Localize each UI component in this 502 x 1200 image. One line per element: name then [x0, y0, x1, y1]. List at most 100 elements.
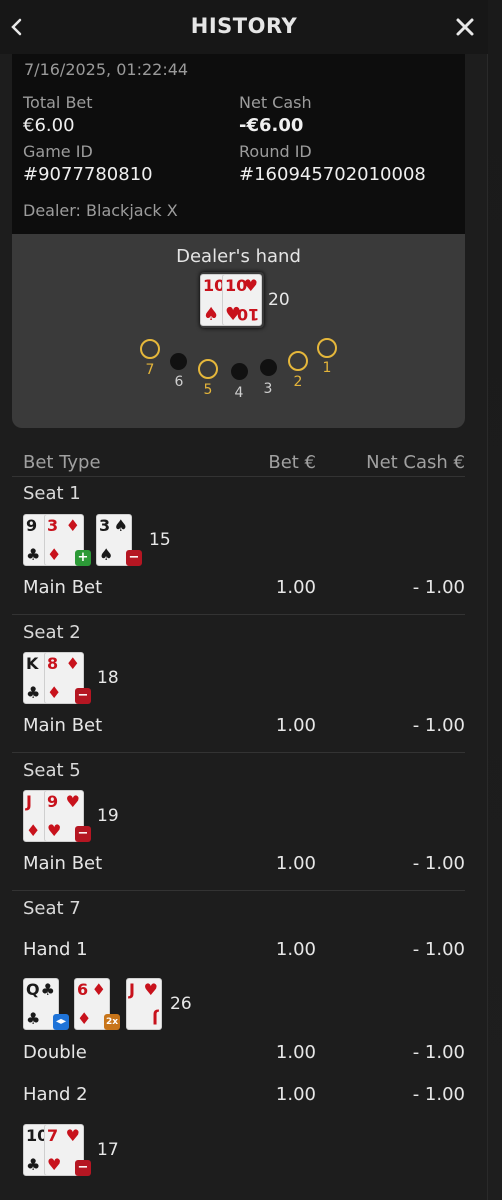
col-bet: Bet € [268, 452, 316, 473]
card-suit-bottom: ♣ [26, 1009, 41, 1028]
card-suit: ♣ [26, 1155, 41, 1174]
card-suit: ♥ [65, 1126, 80, 1145]
card-rank: 3 [47, 516, 59, 535]
card-suit-bottom: ♦ [47, 683, 62, 702]
round-summary: 7/16/2025, 01:22:44 Total Bet €6.00 Net … [12, 54, 465, 234]
hand-1-total: 26 [170, 994, 192, 1014]
double-bet: 1.00 [275, 1042, 316, 1063]
card-rank: Q [26, 980, 40, 999]
seat-5-bet: 1.00 [275, 853, 316, 874]
card-rank: K [26, 654, 39, 673]
split-badge: ◂▸ [53, 1014, 69, 1030]
card-rank-bottom: J [152, 1009, 158, 1028]
seat-1-title: Seat 1 [23, 483, 81, 504]
history-panel: HISTORY 7/16/2025, 01:22:44 Total Bet €6… [0, 0, 488, 1200]
dealer-cards: 10 ♠ 10 ♥ ♥ 10 [200, 272, 264, 328]
seat-2-title: Seat 2 [23, 622, 81, 643]
hand-2-total: 17 [97, 1140, 119, 1160]
card-rank: 9 [47, 792, 59, 811]
seat-5-number: 5 [203, 382, 213, 398]
card-suit-bottom: ♦ [77, 1009, 92, 1028]
close-button[interactable] [452, 14, 478, 40]
hand-1-label: Hand 1 [23, 939, 88, 960]
row-divider [12, 752, 465, 753]
seat-4-marker [231, 363, 248, 380]
hand-2-net: - 1.00 [412, 1084, 465, 1105]
game-id-value: #9077780810 [23, 164, 153, 185]
seat-7-title: Seat 7 [23, 898, 81, 919]
seat-5-net: - 1.00 [412, 853, 465, 874]
card-rank-bottom: 10 [236, 305, 259, 324]
dealer-card-2: 10 ♥ ♥ 10 [222, 274, 262, 326]
hand-1-net: - 1.00 [412, 939, 465, 960]
card-rank: 6 [77, 980, 89, 999]
card-suit-bottom: ♠ [99, 545, 114, 564]
card-rank: 9 [26, 516, 38, 535]
seat-4-number: 4 [234, 385, 244, 401]
card-suit: ♠ [113, 516, 128, 535]
double-net: - 1.00 [412, 1042, 465, 1063]
seat-7-number: 7 [145, 362, 155, 378]
card-suit: ♦ [91, 980, 106, 999]
header: HISTORY [0, 0, 488, 54]
seat-2-total: 18 [97, 668, 119, 688]
stand-badge: − [75, 688, 91, 704]
hand-1-bet: 1.00 [275, 939, 316, 960]
col-bet-type: Bet Type [23, 452, 101, 473]
seat-1-marker [317, 338, 337, 358]
col-net-cash: Net Cash € [366, 452, 465, 473]
card-rank: 7 [47, 1126, 59, 1145]
stand-badge: − [75, 826, 91, 842]
seat-1-bet: 1.00 [275, 577, 316, 598]
net-cash-value: -€6.00 [239, 115, 304, 136]
hit-badge: + [75, 550, 91, 566]
seat-2-bet: 1.00 [275, 715, 316, 736]
seat-2-bet-type: Main Bet [23, 715, 103, 736]
card-suit: ♦ [26, 821, 41, 840]
seat-3-marker [260, 359, 277, 376]
seat-6-number: 6 [174, 374, 184, 390]
dealer-name: Dealer: Blackjack X [23, 201, 178, 220]
round-datetime: 7/16/2025, 01:22:44 [24, 60, 189, 79]
seat-3-number: 3 [263, 381, 273, 397]
card-suit: ♥ [143, 980, 158, 999]
card-rank: J [26, 792, 32, 811]
seat-2-net: - 1.00 [412, 715, 465, 736]
seat-5-total: 19 [97, 806, 119, 826]
card-suit-bottom: ♥ [47, 1155, 62, 1174]
card-suit: ♣ [26, 545, 41, 564]
card-rank: 8 [47, 654, 59, 673]
card-rank: J [129, 980, 135, 999]
seat-2-number: 2 [293, 374, 303, 390]
hand-2-label: Hand 2 [23, 1084, 88, 1105]
card-rank: 3 [99, 516, 111, 535]
dealer-hand-total: 20 [268, 290, 290, 310]
card-suit: ♦ [65, 516, 80, 535]
seat-1-total: 15 [149, 530, 171, 550]
seat-1-number: 1 [322, 360, 332, 376]
seat-7-marker [140, 339, 160, 359]
seat-1-bet-type: Main Bet [23, 577, 103, 598]
net-cash-label: Net Cash [239, 93, 312, 112]
double-badge: 2x [104, 1014, 120, 1030]
seat-2-marker [288, 351, 308, 371]
playing-card: J ♥ J [126, 978, 162, 1030]
card-suit: ♠ [203, 304, 220, 325]
header-divider [12, 476, 465, 477]
total-bet-label: Total Bet [23, 93, 93, 112]
stand-badge: − [75, 1160, 91, 1176]
seat-5-marker [198, 359, 218, 379]
page-title: HISTORY [190, 14, 298, 38]
card-suit: ♣ [26, 683, 41, 702]
hand-2-bet: 1.00 [275, 1084, 316, 1105]
seat-5-title: Seat 5 [23, 760, 81, 781]
card-suit: ♥ [65, 792, 80, 811]
game-id-label: Game ID [23, 142, 93, 161]
stand-badge: − [126, 550, 142, 566]
seat-6-marker [170, 353, 187, 370]
card-suit: ♦ [65, 654, 80, 673]
round-id-label: Round ID [239, 142, 312, 161]
double-label: Double [23, 1042, 87, 1063]
seat-1-net: - 1.00 [412, 577, 465, 598]
row-divider [12, 614, 465, 615]
